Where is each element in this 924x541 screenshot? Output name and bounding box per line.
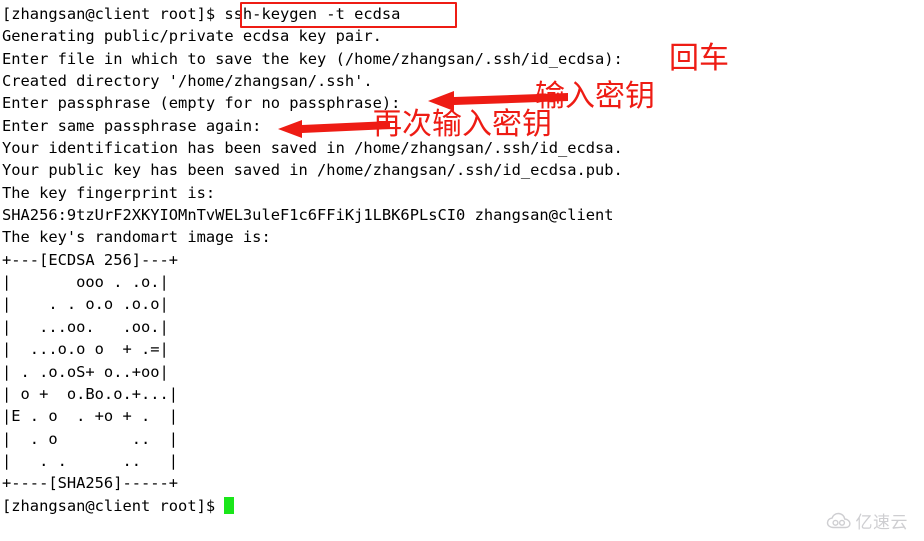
terminal-cursor: [224, 496, 234, 514]
terminal-output[interactable]: [zhangsan@client root]$ ssh-keygen -t ec…: [2, 3, 922, 517]
watermark-text: 亿速云: [855, 513, 908, 533]
randomart-line: +---[ECDSA 256]---+: [2, 250, 179, 269]
randomart-line: | . .o.oS+ o..+oo|: [2, 362, 169, 381]
annotation-input-passphrase-again: 再次输入密钥: [372, 107, 552, 142]
randomart-line: +----[SHA256]-----+: [2, 474, 179, 493]
terminal-line: Generating public/private ecdsa key pair…: [2, 27, 382, 46]
command-highlight-box: [240, 2, 457, 28]
annotation-input-passphrase: 输入密钥: [535, 79, 655, 114]
terminal-line: Your public key has been saved in /home/…: [2, 161, 623, 180]
randomart-line: | . . o.o .o.o|: [2, 295, 169, 314]
annotation-enter-key: 回车: [669, 41, 729, 76]
terminal-prompt: [zhangsan@client root]$: [2, 496, 225, 515]
terminal-prompt-line[interactable]: [zhangsan@client root]$: [2, 495, 922, 517]
randomart-line: | ...o.o o + .=|: [2, 340, 169, 359]
terminal-line: The key fingerprint is:: [2, 183, 216, 202]
terminal-line: SHA256:9tzUrF2XKYIOMnTvWEL3uleF1c6FFiKj1…: [2, 206, 614, 225]
watermark: 亿速云: [826, 508, 909, 533]
randomart-line: | . o .. |: [2, 429, 179, 448]
randomart-line: | ...oo. .oo.|: [2, 317, 169, 336]
terminal-line: Enter file in which to save the key (/ho…: [2, 49, 623, 68]
randomart-line: | o + o.Bo.o.+...|: [2, 384, 179, 403]
terminal-line: The key's randomart image is:: [2, 228, 271, 247]
randomart-line: | . . .. |: [2, 451, 179, 470]
randomart-line: | ooo . .o.|: [2, 273, 169, 292]
cloud-icon: [826, 512, 851, 528]
randomart-line: |E . o . +o + . |: [2, 407, 179, 426]
terminal-line: [zhangsan@client root]$ ssh-keygen -t ec…: [2, 5, 401, 23]
terminal-screenshot: [zhangsan@client root]$ ssh-keygen -t ec…: [0, 0, 924, 541]
